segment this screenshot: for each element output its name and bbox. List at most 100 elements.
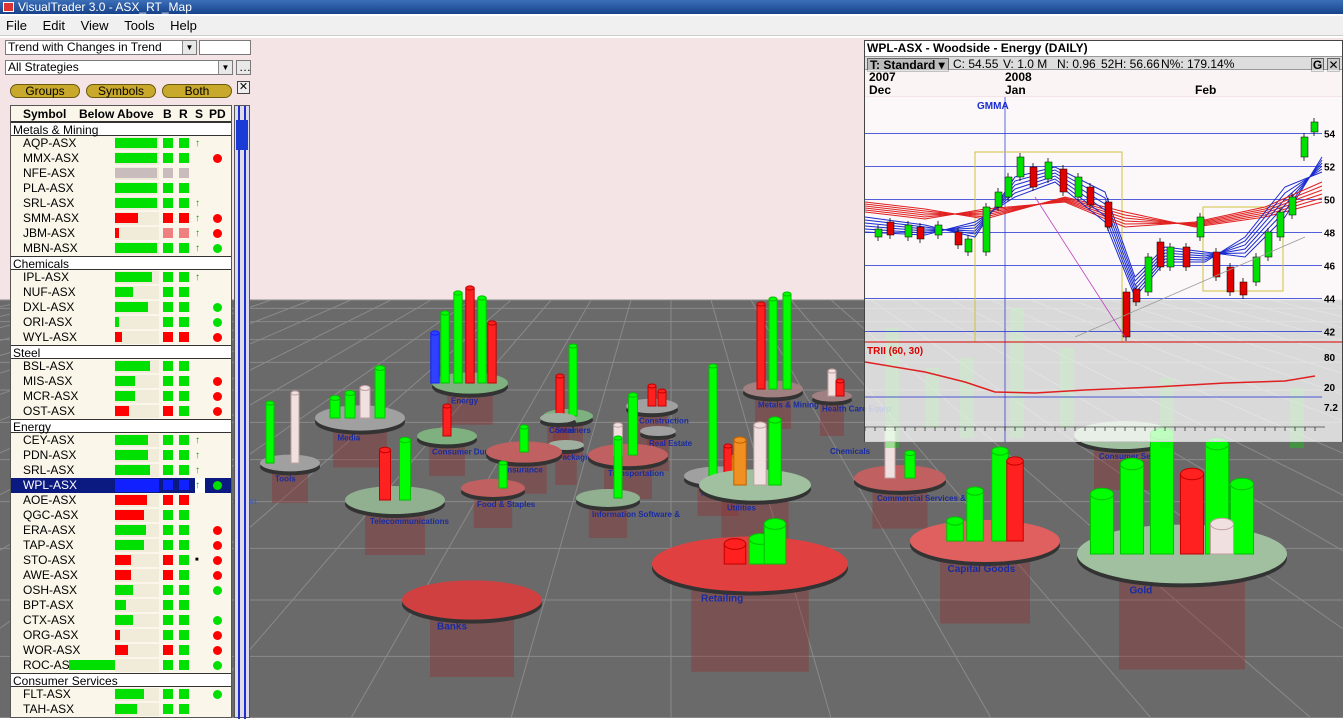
symbol-cell: OSH-ASX (23, 583, 78, 597)
table-row[interactable]: BSL-ASX (11, 359, 231, 374)
table-row[interactable]: FLT-ASX (11, 687, 231, 702)
b-indicator (163, 495, 173, 505)
trend-bar (69, 660, 115, 670)
menu-help[interactable]: Help (164, 16, 203, 36)
r-indicator (179, 480, 189, 490)
table-row[interactable]: DXL-ASX (11, 300, 231, 315)
table-row[interactable]: ORI-ASX (11, 315, 231, 330)
table-row[interactable]: MMX-ASX (11, 151, 231, 166)
table-row[interactable]: MBN-ASX ↑ (11, 241, 231, 256)
groups-button[interactable]: Groups (10, 84, 80, 98)
table-row[interactable]: ORG-ASX (11, 628, 231, 643)
table-row[interactable]: OSH-ASX (11, 583, 231, 598)
group-header[interactable]: Chemicals (11, 256, 231, 271)
strategy-select[interactable]: Trend with Changes in Trend ▼ (5, 40, 197, 55)
table-row[interactable]: TAP-ASX (11, 538, 231, 553)
group-header[interactable]: Metals & Mining (11, 122, 231, 137)
candle-body (1196, 216, 1205, 238)
r-indicator (179, 525, 189, 535)
table-row[interactable]: SMM-ASX ↑ (11, 211, 231, 226)
candle-body (1276, 211, 1285, 238)
pd-dot-icon (213, 154, 222, 163)
chevron-down-icon[interactable]: ▼ (182, 41, 196, 54)
menu-edit[interactable]: Edit (37, 16, 71, 36)
price-chart-window[interactable]: WPL-ASX - Woodside - Energy (DAILY) T: S… (864, 40, 1343, 442)
table-row[interactable]: SRL-ASX ↑ (11, 196, 231, 211)
trend-bar (115, 525, 146, 535)
table-row[interactable]: OST-ASX (11, 404, 231, 419)
group-header[interactable]: Energy (11, 419, 231, 434)
strategy-param-input[interactable] (199, 40, 251, 55)
table-row[interactable]: TAH-ASX (11, 702, 231, 717)
arrow-up-icon: ↑ (195, 228, 200, 239)
table-row[interactable]: CTX-ASX (11, 613, 231, 628)
stock-cylinder (477, 297, 487, 384)
close-icon[interactable]: ✕ (237, 81, 250, 94)
table-row[interactable]: CEY-ASX ↑ (11, 433, 231, 448)
trend-bar (115, 391, 135, 401)
table-row[interactable]: NFE-ASX (11, 166, 231, 181)
table-row[interactable]: ROC-ASX (11, 658, 231, 673)
col-r[interactable]: R (179, 107, 188, 121)
both-button[interactable]: Both (162, 84, 232, 98)
symbol-cell: NFE-ASX (23, 166, 76, 180)
b-indicator (163, 465, 173, 475)
pd-dot-icon (213, 481, 222, 490)
trend-bar (115, 183, 157, 193)
stock-cylinder (628, 394, 638, 456)
table-row[interactable]: WYL-ASX (11, 330, 231, 345)
col-s[interactable]: S (195, 107, 203, 121)
table-row[interactable]: MIS-ASX (11, 374, 231, 389)
menu-tools[interactable]: Tools (118, 16, 160, 36)
below-cell (81, 212, 115, 225)
table-row[interactable]: STO-ASX ■ (11, 553, 231, 568)
table-row[interactable]: AOE-ASX (11, 493, 231, 508)
arrow-up-icon: ↑ (195, 138, 200, 149)
menu-view[interactable]: View (75, 16, 115, 36)
table-row[interactable]: WOR-ASX (11, 643, 231, 658)
filter-select[interactable]: All Strategies ▼ (5, 60, 233, 75)
group-header[interactable]: Consumer Services (11, 673, 231, 688)
trend-bar (115, 480, 157, 490)
table-row[interactable]: QGC-ASX (11, 508, 231, 523)
table-row[interactable]: NUF-ASX (11, 285, 231, 300)
table-row[interactable]: AQP-ASX ↑ (11, 136, 231, 151)
price-tick: 44 (1324, 295, 1336, 306)
col-symbol[interactable]: Symbol (23, 107, 66, 121)
scrollbar[interactable] (234, 105, 250, 719)
table-row[interactable]: IPL-ASX ↑ (11, 270, 231, 285)
below-cell (81, 509, 115, 522)
sector-label: Real Estate (649, 439, 693, 448)
month-label: Jan (1005, 83, 1026, 97)
col-pd[interactable]: PD (209, 107, 226, 121)
symbol-cell: FLT-ASX (23, 687, 71, 701)
pd-dot-icon (213, 556, 222, 565)
stock-cylinder-top (477, 295, 487, 301)
symbols-button[interactable]: Symbols (86, 84, 156, 98)
table-row[interactable]: BPT-ASX (11, 598, 231, 613)
table-row[interactable]: JBM-ASX ↑ (11, 226, 231, 241)
table-row[interactable]: PLA-ASX (11, 181, 231, 196)
below-cell (81, 569, 115, 582)
symbol-cell: NUF-ASX (23, 285, 76, 299)
table-row[interactable]: ERA-ASX (11, 523, 231, 538)
col-above[interactable]: Above (117, 107, 154, 121)
group-header[interactable]: Steel (11, 345, 231, 360)
table-row[interactable]: WPL-ASX ↑ (11, 478, 231, 493)
table-row[interactable]: PDN-ASX ↑ (11, 448, 231, 463)
scroll-thumb[interactable] (236, 120, 248, 150)
col-below[interactable]: Below (79, 107, 114, 121)
table-row[interactable]: AWE-ASX (11, 568, 231, 583)
high-52w: 52H: 56.66 (1101, 57, 1160, 71)
candlestick-chart[interactable]: 54 52 50 48 46 44 42 80 20 7.2 (865, 97, 1342, 442)
menu-file[interactable]: File (0, 16, 33, 36)
chevron-down-icon[interactable]: ▼ (218, 61, 232, 74)
stock-cylinder (374, 367, 386, 419)
trend-bar (115, 287, 133, 297)
below-cell (81, 152, 115, 165)
col-b[interactable]: B (163, 107, 172, 121)
more-button[interactable]: … (236, 60, 251, 75)
table-row[interactable]: SRL-ASX ↑ (11, 463, 231, 478)
table-row[interactable]: MCR-ASX (11, 389, 231, 404)
stock-cylinder-top (782, 291, 792, 297)
